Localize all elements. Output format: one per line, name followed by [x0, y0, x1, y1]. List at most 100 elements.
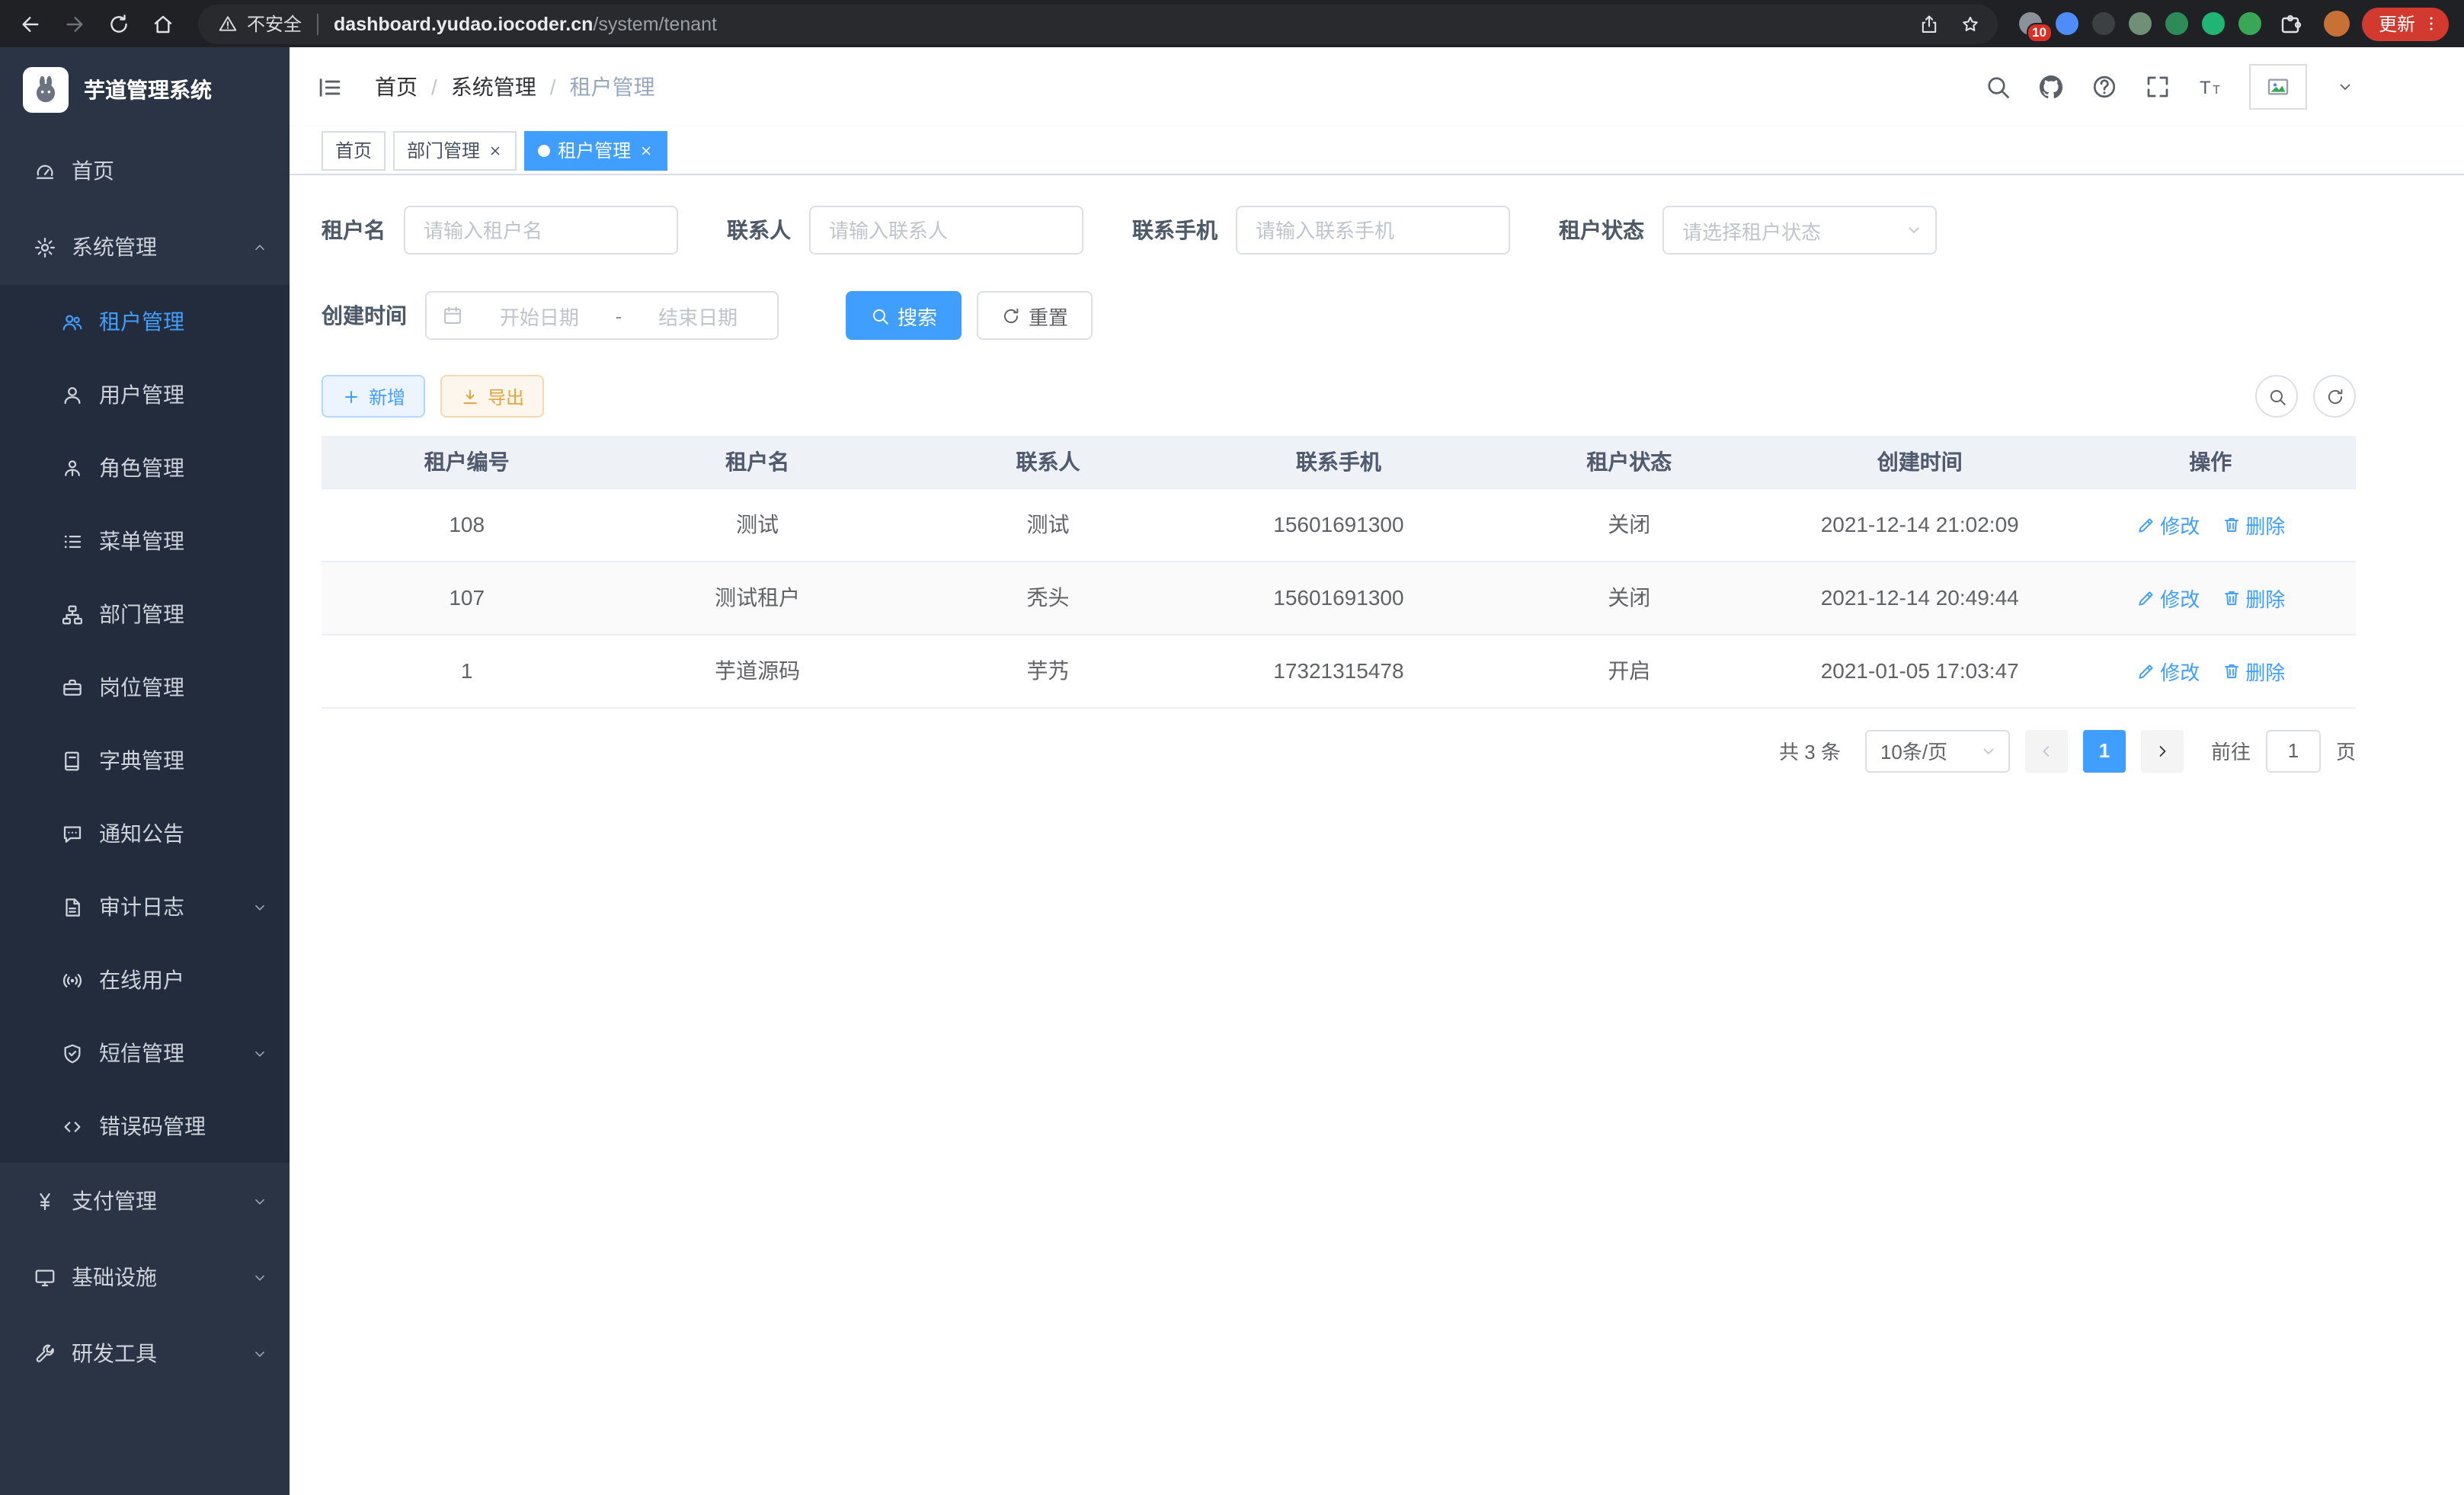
extension-pinned-1-icon[interactable]: 10	[2019, 12, 2042, 35]
address-bar[interactable]: 不安全 dashboard.yudao.iocoder.cn/system/te…	[198, 4, 1998, 43]
sidebar-item-16[interactable]: 基础设施	[0, 1239, 290, 1315]
contact-label: 联系人	[727, 215, 791, 245]
browser-profile-avatar[interactable]	[2324, 11, 2350, 37]
sidebar-item-8[interactable]: 岗位管理	[0, 651, 290, 724]
sidebar-item-17[interactable]: 研发工具	[0, 1315, 290, 1391]
browser-menu-dots-icon[interactable]	[2417, 10, 2444, 37]
extension-badge: 10	[2026, 23, 2053, 43]
delete-link[interactable]: 删除	[2221, 656, 2285, 685]
font-size-icon[interactable]: TT	[2196, 72, 2226, 102]
dashboard-icon	[34, 159, 56, 182]
view-tab-label: 首页	[335, 137, 372, 163]
svg-text:T: T	[2200, 78, 2211, 98]
tenant-table: 租户编号租户名联系人联系手机租户状态创建时间操作 108测试测试15601691…	[322, 436, 2356, 708]
page-size-select[interactable]: 10条/页	[1865, 729, 2010, 772]
column-header-5: 租户状态	[1484, 436, 1774, 488]
extension-pinned-7-icon[interactable]	[2238, 12, 2261, 35]
breadcrumb-item[interactable]: 系统管理	[451, 72, 536, 102]
calendar-icon	[442, 305, 463, 326]
app-logo[interactable]: 芋道管理系统	[0, 47, 290, 133]
gear-icon	[34, 235, 56, 258]
fullscreen-icon[interactable]	[2142, 72, 2173, 102]
contact-input[interactable]	[809, 206, 1083, 255]
help-icon[interactable]	[2089, 72, 2120, 102]
sidebar-item-5[interactable]: 角色管理	[0, 431, 290, 504]
browser-reload-icon[interactable]	[98, 3, 139, 44]
trash-icon	[2221, 514, 2241, 534]
user-avatar[interactable]	[2249, 64, 2307, 110]
refresh-table-button[interactable]	[2313, 375, 2356, 418]
org-tree-icon	[61, 603, 84, 626]
dictionary-icon	[61, 749, 84, 772]
extension-pinned-4-icon[interactable]	[2129, 12, 2152, 35]
sidebar-item-2[interactable]: 系统管理	[0, 209, 290, 285]
sidebar-item-label: 在线用户	[99, 965, 184, 995]
add-button[interactable]: 新增	[322, 375, 425, 418]
delete-link[interactable]: 删除	[2221, 510, 2285, 539]
breadcrumb-separator: /	[431, 75, 437, 99]
avatar-caret-icon[interactable]	[2330, 72, 2360, 102]
browser-back-icon[interactable]	[9, 3, 50, 44]
delete-link[interactable]: 删除	[2221, 583, 2285, 612]
toggle-search-button[interactable]	[2255, 375, 2298, 418]
active-tab-dot	[538, 144, 550, 156]
extensions-puzzle-icon[interactable]	[2270, 3, 2312, 44]
date-separator: -	[616, 304, 622, 327]
trash-icon	[2221, 587, 2241, 607]
column-header-1: 租户编号	[322, 436, 612, 488]
extension-pinned-6-icon[interactable]	[2202, 12, 2225, 35]
edit-link[interactable]: 修改	[2136, 656, 2200, 685]
close-tab-icon[interactable]	[638, 142, 654, 158]
table-row-3: 1芋道源码芋艿17321315478开启2021-01-05 17:03:47修…	[322, 634, 2356, 707]
browser-forward-icon[interactable]	[53, 3, 94, 44]
edit-link[interactable]: 修改	[2136, 583, 2200, 612]
browser-update-button[interactable]: 更新	[2362, 7, 2449, 40]
search-button[interactable]: 搜索	[846, 291, 962, 340]
goto-page-input[interactable]	[2266, 729, 2321, 772]
status-field: 租户状态 请选择租户状态	[1559, 206, 1937, 255]
view-tab-2[interactable]: 部门管理	[393, 130, 517, 170]
export-button[interactable]: 导出	[440, 375, 544, 418]
github-icon[interactable]	[2036, 72, 2066, 102]
sidebar-toggle-icon[interactable]	[311, 69, 347, 105]
extension-pinned-5-icon[interactable]	[2165, 12, 2188, 35]
sidebar-item-1[interactable]: 首页	[0, 133, 290, 209]
next-page-button[interactable]	[2141, 729, 2184, 772]
breadcrumb-item[interactable]: 首页	[375, 72, 418, 102]
phone-input[interactable]	[1236, 206, 1510, 255]
menu-list-icon	[61, 530, 84, 552]
view-tab-3[interactable]: 租户管理	[524, 130, 667, 170]
pagination: 共 3 条 10条/页 1 前往 页	[322, 729, 2356, 772]
sidebar-item-10[interactable]: 通知公告	[0, 797, 290, 870]
screen: 不安全 dashboard.yudao.iocoder.cn/system/te…	[0, 0, 2464, 1495]
sidebar-item-15[interactable]: 支付管理	[0, 1163, 290, 1239]
page-number-button[interactable]: 1	[2083, 729, 2126, 772]
cell-created: 2021-01-05 17:03:47	[1774, 634, 2065, 707]
create-time-range-picker[interactable]: 开始日期 - 结束日期	[425, 291, 779, 340]
sidebar-item-4[interactable]: 用户管理	[0, 358, 290, 431]
close-tab-icon[interactable]	[488, 142, 503, 158]
sidebar-item-9[interactable]: 字典管理	[0, 724, 290, 797]
share-icon[interactable]	[1909, 3, 1950, 44]
reset-button[interactable]: 重置	[977, 291, 1093, 340]
sidebar-item-3[interactable]: 租户管理	[0, 285, 290, 358]
sidebar-item-12[interactable]: 在线用户	[0, 943, 290, 1016]
header-search-icon[interactable]	[1982, 72, 2013, 102]
tenant-name-input[interactable]	[404, 206, 678, 255]
cell-phone: 17321315478	[1193, 634, 1483, 707]
sidebar-item-13[interactable]: 短信管理	[0, 1016, 290, 1090]
sidebar-item-11[interactable]: 审计日志	[0, 870, 290, 943]
security-warning-label[interactable]: 不安全	[247, 11, 302, 37]
sidebar-item-7[interactable]: 部门管理	[0, 578, 290, 651]
tenant-status-select[interactable]: 请选择租户状态	[1662, 206, 1937, 255]
extension-pinned-3-icon[interactable]	[2092, 12, 2115, 35]
sidebar-item-14[interactable]: 错误码管理	[0, 1090, 290, 1163]
extension-pinned-2-icon[interactable]	[2056, 12, 2078, 35]
security-warning-icon[interactable]	[213, 10, 241, 37]
edit-link[interactable]: 修改	[2136, 510, 2200, 539]
view-tab-1[interactable]: 首页	[322, 130, 386, 170]
browser-home-icon[interactable]	[142, 3, 183, 44]
bookmark-star-icon[interactable]	[1950, 3, 1992, 44]
sidebar-item-6[interactable]: 菜单管理	[0, 504, 290, 578]
prev-page-button[interactable]	[2025, 729, 2068, 772]
